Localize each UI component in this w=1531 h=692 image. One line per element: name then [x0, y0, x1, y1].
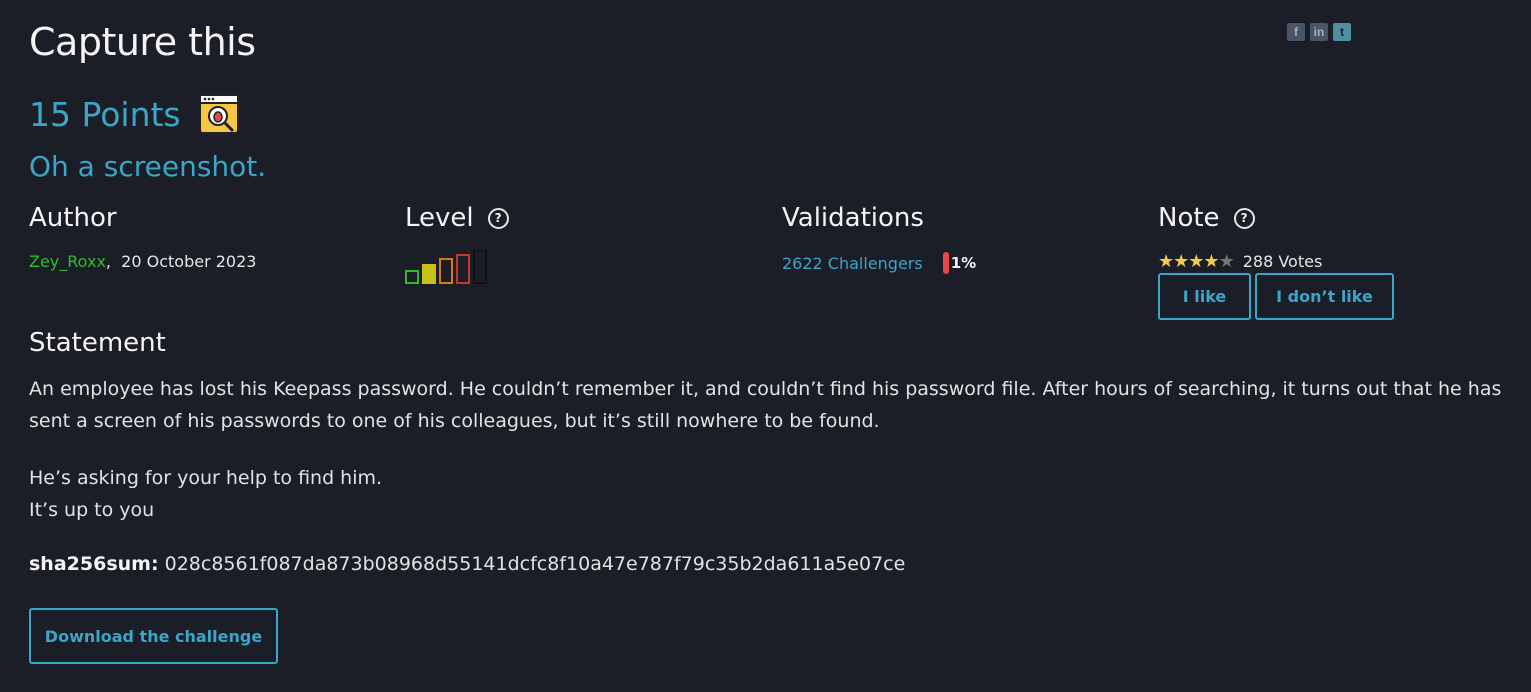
note-heading: Note ? — [1158, 203, 1255, 233]
sha256-line: sha256sum: 028c8561f087da873b08968d55141… — [29, 553, 905, 575]
challenge-title: Capture this — [29, 20, 256, 64]
validation-percent-bar — [942, 252, 949, 274]
star-icon: ★ — [1173, 251, 1189, 272]
star-icon: ★ — [1188, 251, 1204, 272]
vote-buttons: I like I don’t like — [1158, 273, 1394, 320]
dislike-button[interactable]: I don’t like — [1255, 273, 1394, 320]
level-bar-2 — [422, 264, 436, 284]
share-links: f in t — [1287, 23, 1351, 41]
validations-info: 2622 Challengers 1% — [782, 252, 976, 274]
help-icon[interactable]: ? — [487, 207, 509, 229]
author-heading: Author — [29, 203, 117, 233]
statement-line: It’s up to you — [29, 499, 155, 521]
star-icon: ★ — [1158, 251, 1174, 272]
vote-count: 288 Votes — [1242, 252, 1323, 271]
validations-heading-label: Validations — [782, 203, 924, 233]
download-challenge-button[interactable]: Download the challenge — [29, 608, 278, 664]
validations-heading: Validations — [782, 203, 924, 233]
statement-heading: Statement — [29, 328, 166, 358]
level-bar-4 — [456, 254, 470, 284]
linkedin-icon[interactable]: in — [1310, 23, 1328, 41]
level-bar-3 — [439, 258, 453, 284]
sha256-value: 028c8561f087da873b08968d55141dcfc8f10a47… — [164, 553, 906, 575]
challenge-subtitle: Oh a screenshot. — [29, 150, 267, 183]
note-heading-label: Note — [1158, 203, 1220, 233]
rating-stars: ★★★★★ — [1158, 251, 1235, 272]
difficulty-level — [405, 250, 487, 284]
author-heading-label: Author — [29, 203, 117, 233]
twitter-icon[interactable]: t — [1333, 23, 1351, 41]
level-heading-label: Level — [405, 203, 474, 233]
author-link[interactable]: Zey_Roxx — [29, 252, 106, 271]
challenge-points: 15 Points — [29, 94, 181, 134]
author-info: Zey_Roxx, 20 October 2023 — [29, 252, 256, 271]
publish-date: 20 October 2023 — [121, 252, 257, 271]
level-bar-5 — [473, 250, 487, 284]
points-row: 15 Points — [29, 94, 239, 134]
level-bar-1 — [405, 270, 419, 284]
forensic-category-icon — [198, 94, 239, 134]
statement-line: He’s asking for your help to find him. — [29, 467, 383, 489]
level-heading: Level ? — [405, 203, 509, 233]
help-icon[interactable]: ? — [1233, 207, 1255, 229]
facebook-icon[interactable]: f — [1287, 23, 1305, 41]
sha256-label: sha256sum: — [29, 553, 159, 575]
author-separator: , — [105, 252, 111, 271]
like-button[interactable]: I like — [1158, 273, 1251, 320]
statement-paragraph: An employee has lost his Keepass passwor… — [29, 378, 1502, 432]
star-icon: ★ — [1203, 251, 1219, 272]
star-empty-icon: ★ — [1218, 251, 1235, 272]
statement-paragraph: He’s asking for your help to find him. I… — [29, 462, 1519, 526]
challengers-link[interactable]: 2622 Challengers — [782, 254, 923, 273]
validation-percent: 1% — [950, 254, 977, 272]
rating-info: ★★★★★ 288 Votes — [1158, 251, 1322, 272]
